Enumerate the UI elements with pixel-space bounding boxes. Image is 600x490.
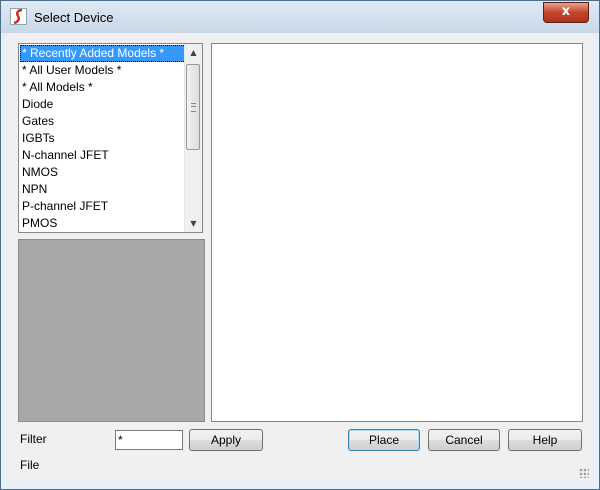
title-bar[interactable]: Select Device x: [1, 1, 599, 33]
select-device-dialog: Select Device x * Recently Added Models …: [0, 0, 600, 490]
close-icon: x: [561, 4, 571, 19]
scroll-thumb[interactable]: [186, 64, 200, 150]
list-item[interactable]: Diode: [20, 96, 186, 113]
scroll-up-icon[interactable]: ▲: [185, 44, 202, 61]
filter-label: Filter: [20, 432, 47, 446]
cancel-button[interactable]: Cancel: [428, 429, 500, 451]
window-title: Select Device: [34, 10, 114, 25]
list-item[interactable]: Gates: [20, 113, 186, 130]
device-category-list[interactable]: * Recently Added Models * * All User Mode…: [18, 43, 203, 233]
list-scrollbar[interactable]: ▲ ▼: [184, 44, 202, 232]
list-item[interactable]: * All Models *: [20, 79, 186, 96]
list-item[interactable]: NPN: [20, 181, 186, 198]
list-item[interactable]: IGBTs: [20, 130, 186, 147]
list-item[interactable]: P-channel JFET: [20, 198, 186, 215]
list-item[interactable]: N-channel JFET: [20, 147, 186, 164]
symbol-preview-pane: [18, 239, 205, 422]
list-item[interactable]: * Recently Added Models *: [20, 45, 186, 62]
help-button[interactable]: Help: [508, 429, 582, 451]
list-item[interactable]: * All User Models *: [20, 62, 186, 79]
filter-input[interactable]: [115, 430, 183, 450]
spice-logo-icon: [10, 8, 27, 25]
resize-grip-icon[interactable]: [579, 468, 589, 478]
place-button[interactable]: Place: [348, 429, 420, 451]
scroll-down-icon[interactable]: ▼: [185, 215, 202, 232]
dialog-body: * Recently Added Models * * All User Mode…: [8, 33, 592, 481]
list-item[interactable]: NMOS: [20, 164, 186, 181]
thumb-grip-icon: [191, 103, 196, 112]
file-label: File: [20, 458, 40, 472]
list-item[interactable]: PMOS: [20, 215, 186, 232]
close-button[interactable]: x: [543, 2, 589, 23]
apply-button[interactable]: Apply: [189, 429, 263, 451]
model-list-pane[interactable]: [211, 43, 583, 422]
